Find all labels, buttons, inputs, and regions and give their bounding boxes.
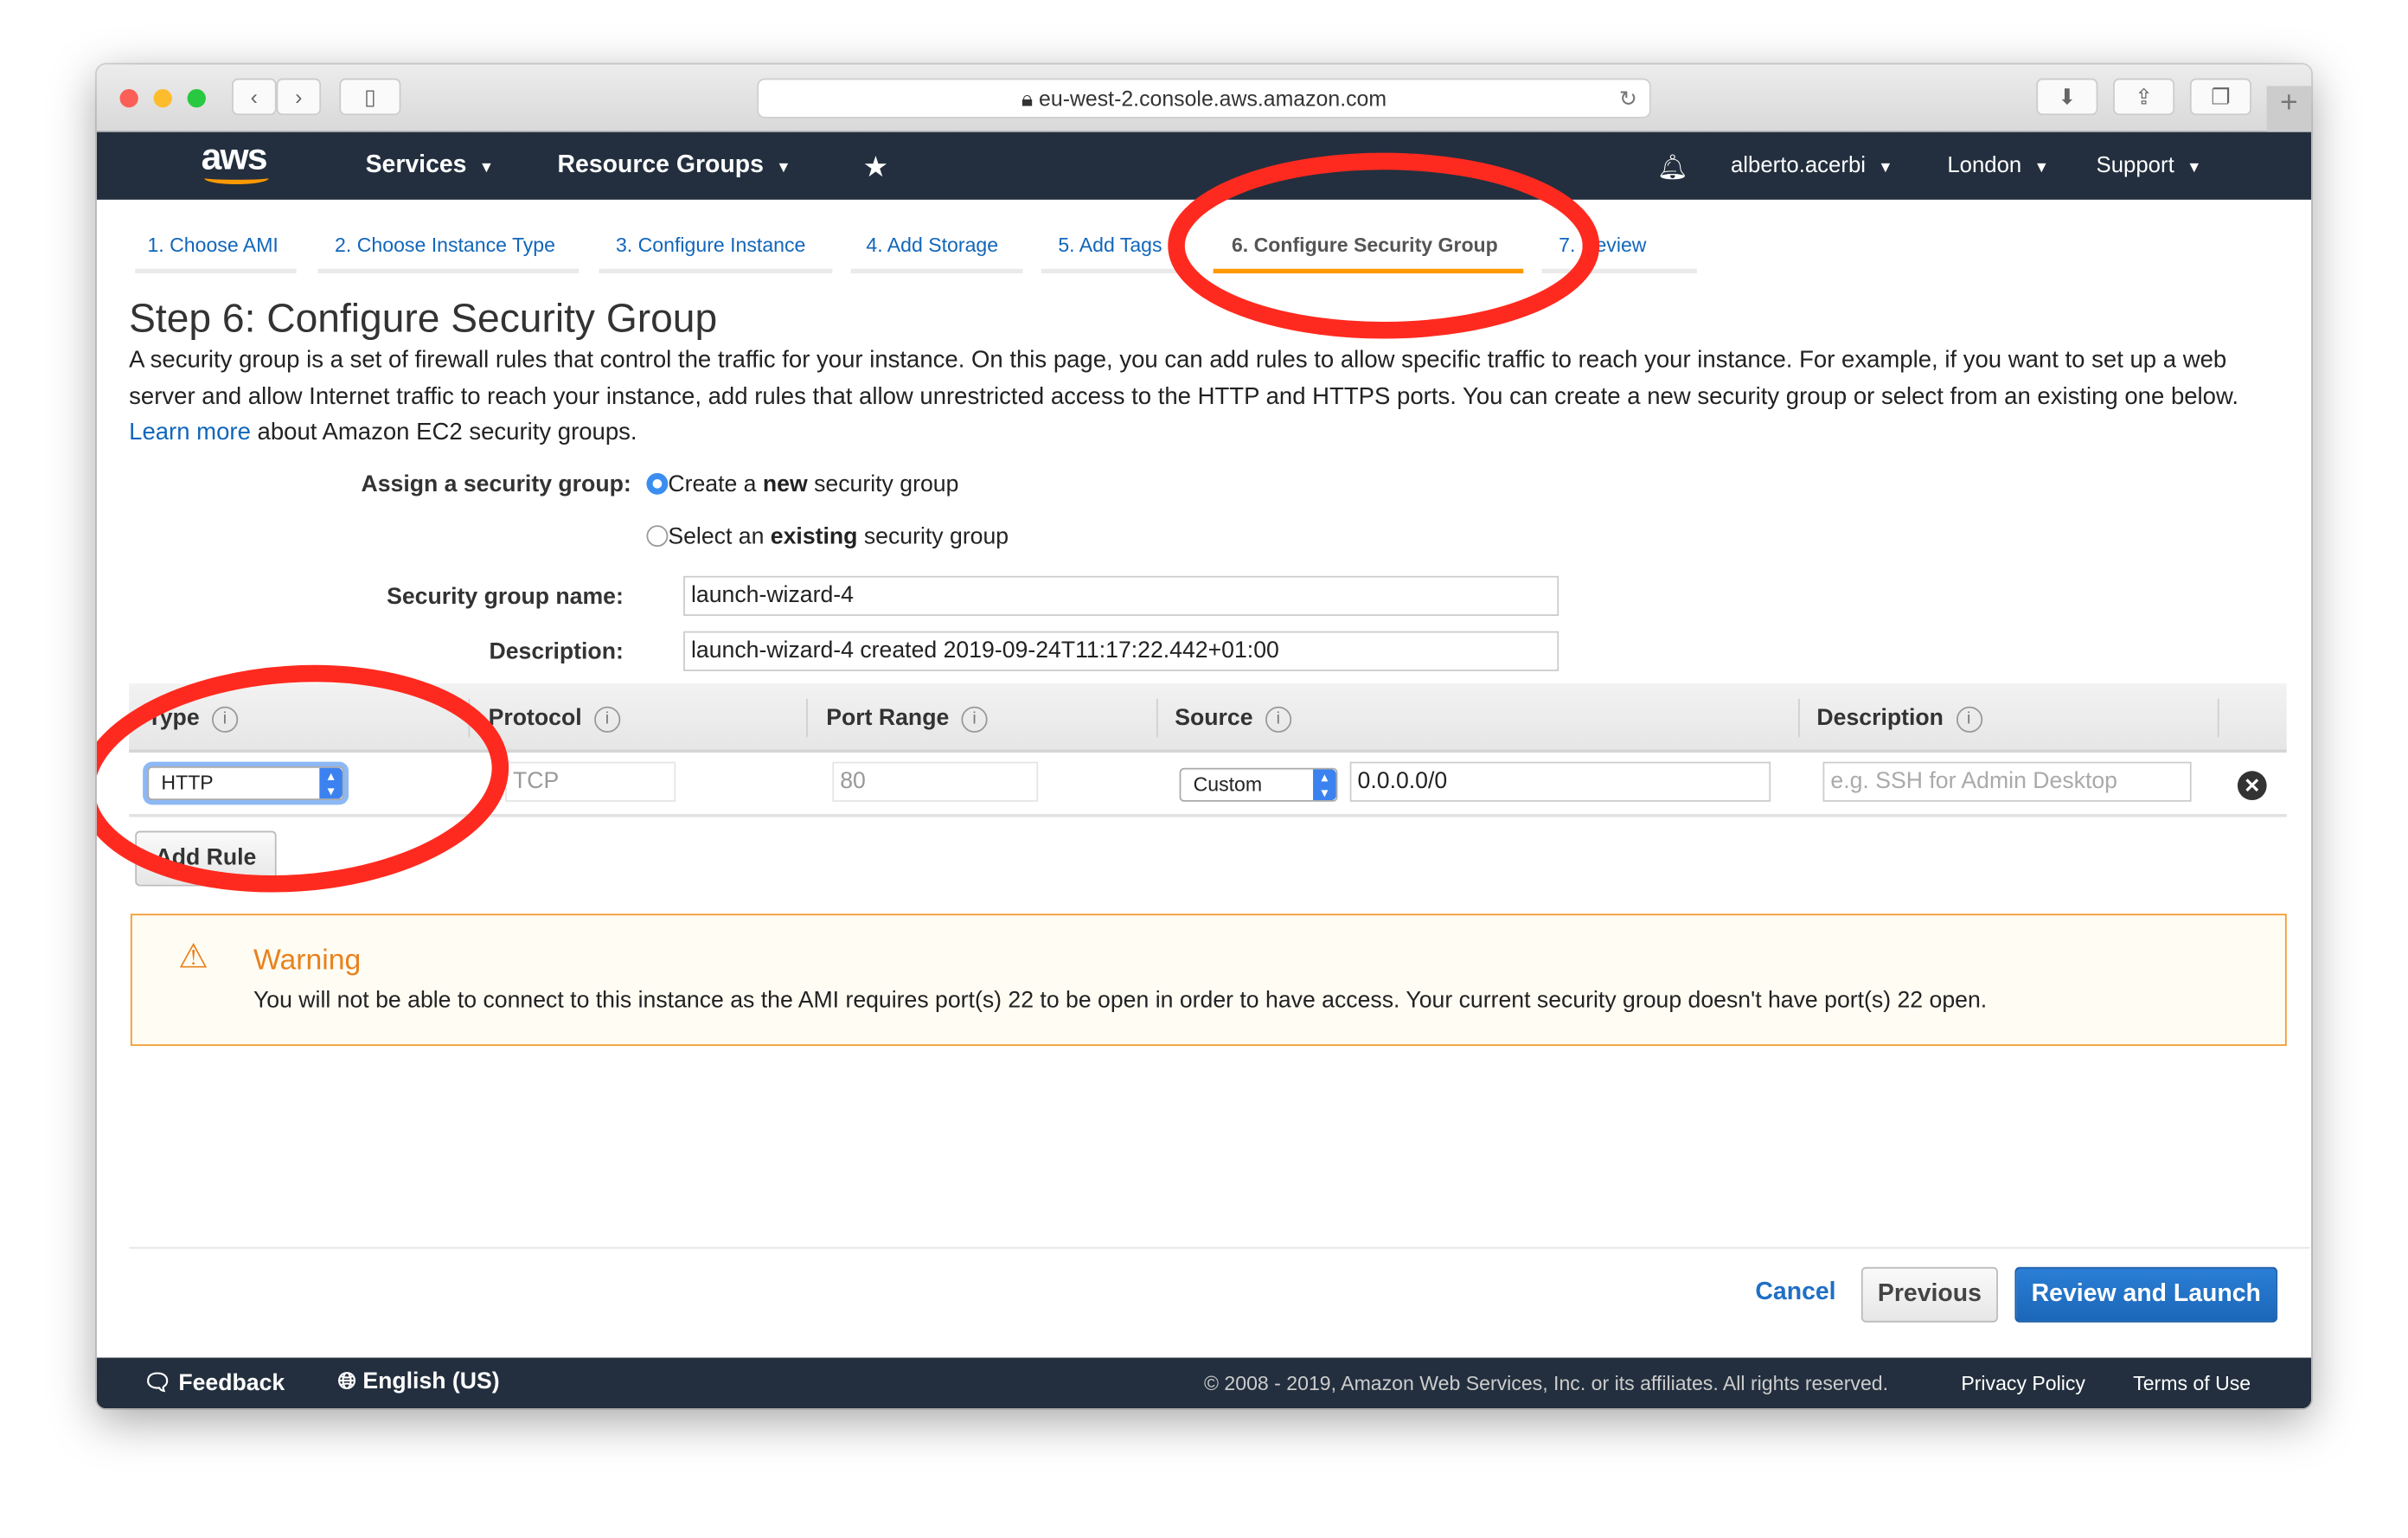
header-protocol: Protocol i [489, 705, 621, 733]
zoom-window-button[interactable] [187, 88, 206, 108]
share-icon[interactable]: ⇪ [2113, 78, 2175, 116]
forward-button[interactable]: › [276, 78, 322, 116]
radio-button[interactable] [646, 525, 669, 548]
new-tab-button[interactable]: + [2266, 86, 2312, 132]
tabs-icon[interactable]: ❐ [2189, 78, 2251, 116]
language-selector[interactable]: 🌐︎ English (US) [338, 1368, 500, 1394]
warning-icon: ⚠︎ [177, 937, 208, 976]
radio-button-checked[interactable] [646, 472, 669, 495]
source-cidr-input[interactable]: 0.0.0.0/0 [1349, 761, 1771, 802]
column-divider [1156, 698, 1158, 738]
info-icon[interactable]: i [1265, 706, 1291, 733]
browser-toolbar: ‹ › ▯ 🔒︎ eu-west-2.console.aws.amazon.co… [96, 64, 2312, 132]
warning-box: ⚠︎ Warning You will not be able to conne… [130, 913, 2287, 1047]
warning-text: You will not be able to connect to this … [253, 987, 1988, 1014]
cancel-button[interactable]: Cancel [1755, 1279, 1835, 1307]
select-arrows-icon: ▴ ▾ [319, 767, 343, 799]
rule-description-input[interactable]: e.g. SSH for Admin Desktop [1822, 761, 2192, 802]
bell-icon[interactable]: 🔔︎ [1657, 152, 1688, 183]
column-divider [1798, 698, 1800, 738]
header-port-range: Port Range i [826, 705, 988, 733]
copyright: © 2008 - 2019, Amazon Web Services, Inc.… [1203, 1371, 1889, 1395]
pin-icon[interactable]: ★ [865, 152, 887, 183]
divider [129, 1246, 2310, 1249]
globe-icon: 🌐︎ [337, 1368, 356, 1395]
rules-table-header: Type i Protocol i Port Range i Source i Desc… [129, 683, 2287, 753]
tab-configure-instance[interactable]: 3. Configure Instance [599, 234, 833, 274]
header-description: Description i [1816, 705, 1982, 733]
services-menu[interactable]: Services ▼ [366, 152, 495, 180]
learn-more-link[interactable]: Learn more [129, 420, 251, 445]
sidebar-icon[interactable]: ▯ [339, 78, 401, 116]
warning-title: Warning [253, 944, 362, 977]
column-divider [806, 698, 808, 738]
type-select[interactable]: HTTP ▴ ▾ [147, 766, 344, 801]
lock-icon: 🔒︎ [1021, 86, 1040, 111]
tab-review[interactable]: 7. Review [1541, 234, 1697, 274]
url-text: eu-west-2.console.aws.amazon.com [1039, 86, 1387, 111]
header-type: Type i [147, 705, 239, 733]
close-window-button[interactable] [119, 88, 138, 108]
terms-of-use-link[interactable]: Terms of Use [2133, 1372, 2251, 1395]
user-menu[interactable]: alberto.acerbi ▼ [1731, 154, 1893, 178]
tab-choose-instance-type[interactable]: 2. Choose Instance Type [317, 234, 580, 274]
previous-button[interactable]: Previous [1860, 1266, 1998, 1323]
resource-groups-menu[interactable]: Resource Groups ▼ [558, 152, 791, 180]
page-title: Step 6: Configure Security Group [129, 294, 718, 342]
review-and-launch-button[interactable]: Review and Launch [2014, 1266, 2278, 1323]
name-label: Security group name: [387, 583, 624, 610]
speech-bubble-icon: 🗨︎ [143, 1369, 172, 1396]
column-divider [468, 698, 471, 738]
info-icon[interactable]: i [961, 706, 988, 733]
footer: 🗨︎ Feedback 🌐︎ English (US) © 2008 - 201… [96, 1357, 2312, 1409]
tab-choose-ami[interactable]: 1. Choose AMI [135, 234, 297, 274]
tab-configure-security-group[interactable]: 6. Configure Security Group [1213, 234, 1524, 274]
tab-add-tags[interactable]: 5. Add Tags [1041, 234, 1195, 274]
protocol-field: TCP [505, 761, 676, 802]
description-label: Description: [489, 638, 624, 665]
support-menu[interactable]: Support ▼ [2097, 154, 2202, 178]
address-bar[interactable]: 🔒︎ eu-west-2.console.aws.amazon.com ↻ [757, 78, 1651, 119]
radio-new-group[interactable]: Create a new security group [646, 471, 958, 497]
aws-nav: aws Services ▼ Resource Groups ▼ ★ 🔔︎ albe… [96, 131, 2312, 200]
back-button[interactable]: ‹ [232, 78, 277, 116]
info-icon[interactable]: i [211, 706, 239, 733]
minimize-window-button[interactable] [153, 88, 172, 108]
region-menu[interactable]: London ▼ [1947, 154, 2049, 178]
table-row: HTTP ▴ ▾ TCP 80 Custom ▴ ▾ 0.0.0.0/0 e.g. SS… [129, 753, 2287, 817]
security-group-name-input[interactable]: launch-wizard-4 [683, 575, 1559, 616]
aws-logo-smile [204, 172, 269, 185]
reload-icon[interactable]: ↻ [1619, 80, 1637, 117]
feedback-link[interactable]: 🗨︎ Feedback [143, 1368, 285, 1396]
port-range-field: 80 [832, 761, 1039, 802]
intro-text: A security group is a set of firewall ru… [129, 347, 2238, 445]
source-select[interactable]: Custom ▴ ▾ [1179, 767, 1338, 802]
info-icon[interactable]: i [593, 706, 621, 733]
tab-add-storage[interactable]: 4. Add Storage [850, 234, 1023, 274]
column-divider [2217, 698, 2219, 738]
add-rule-button[interactable]: Add Rule [135, 830, 277, 887]
radio-existing-group[interactable]: Select an existing security group [646, 523, 1009, 550]
security-group-description-input[interactable]: launch-wizard-4 created 2019-09-24T11:17… [683, 631, 1559, 671]
download-icon[interactable]: ⬇ [2036, 78, 2098, 116]
assign-label: Assign a security group: [361, 471, 631, 498]
remove-rule-icon[interactable]: ✕ [2237, 771, 2267, 801]
header-source: Source i [1175, 705, 1291, 733]
browser-window: ‹ › ▯ 🔒︎ eu-west-2.console.aws.amazon.co… [96, 64, 2312, 1409]
privacy-policy-link[interactable]: Privacy Policy [1961, 1372, 2085, 1395]
select-arrows-icon: ▴ ▾ [1313, 769, 1336, 801]
info-icon[interactable]: i [1956, 706, 1982, 733]
